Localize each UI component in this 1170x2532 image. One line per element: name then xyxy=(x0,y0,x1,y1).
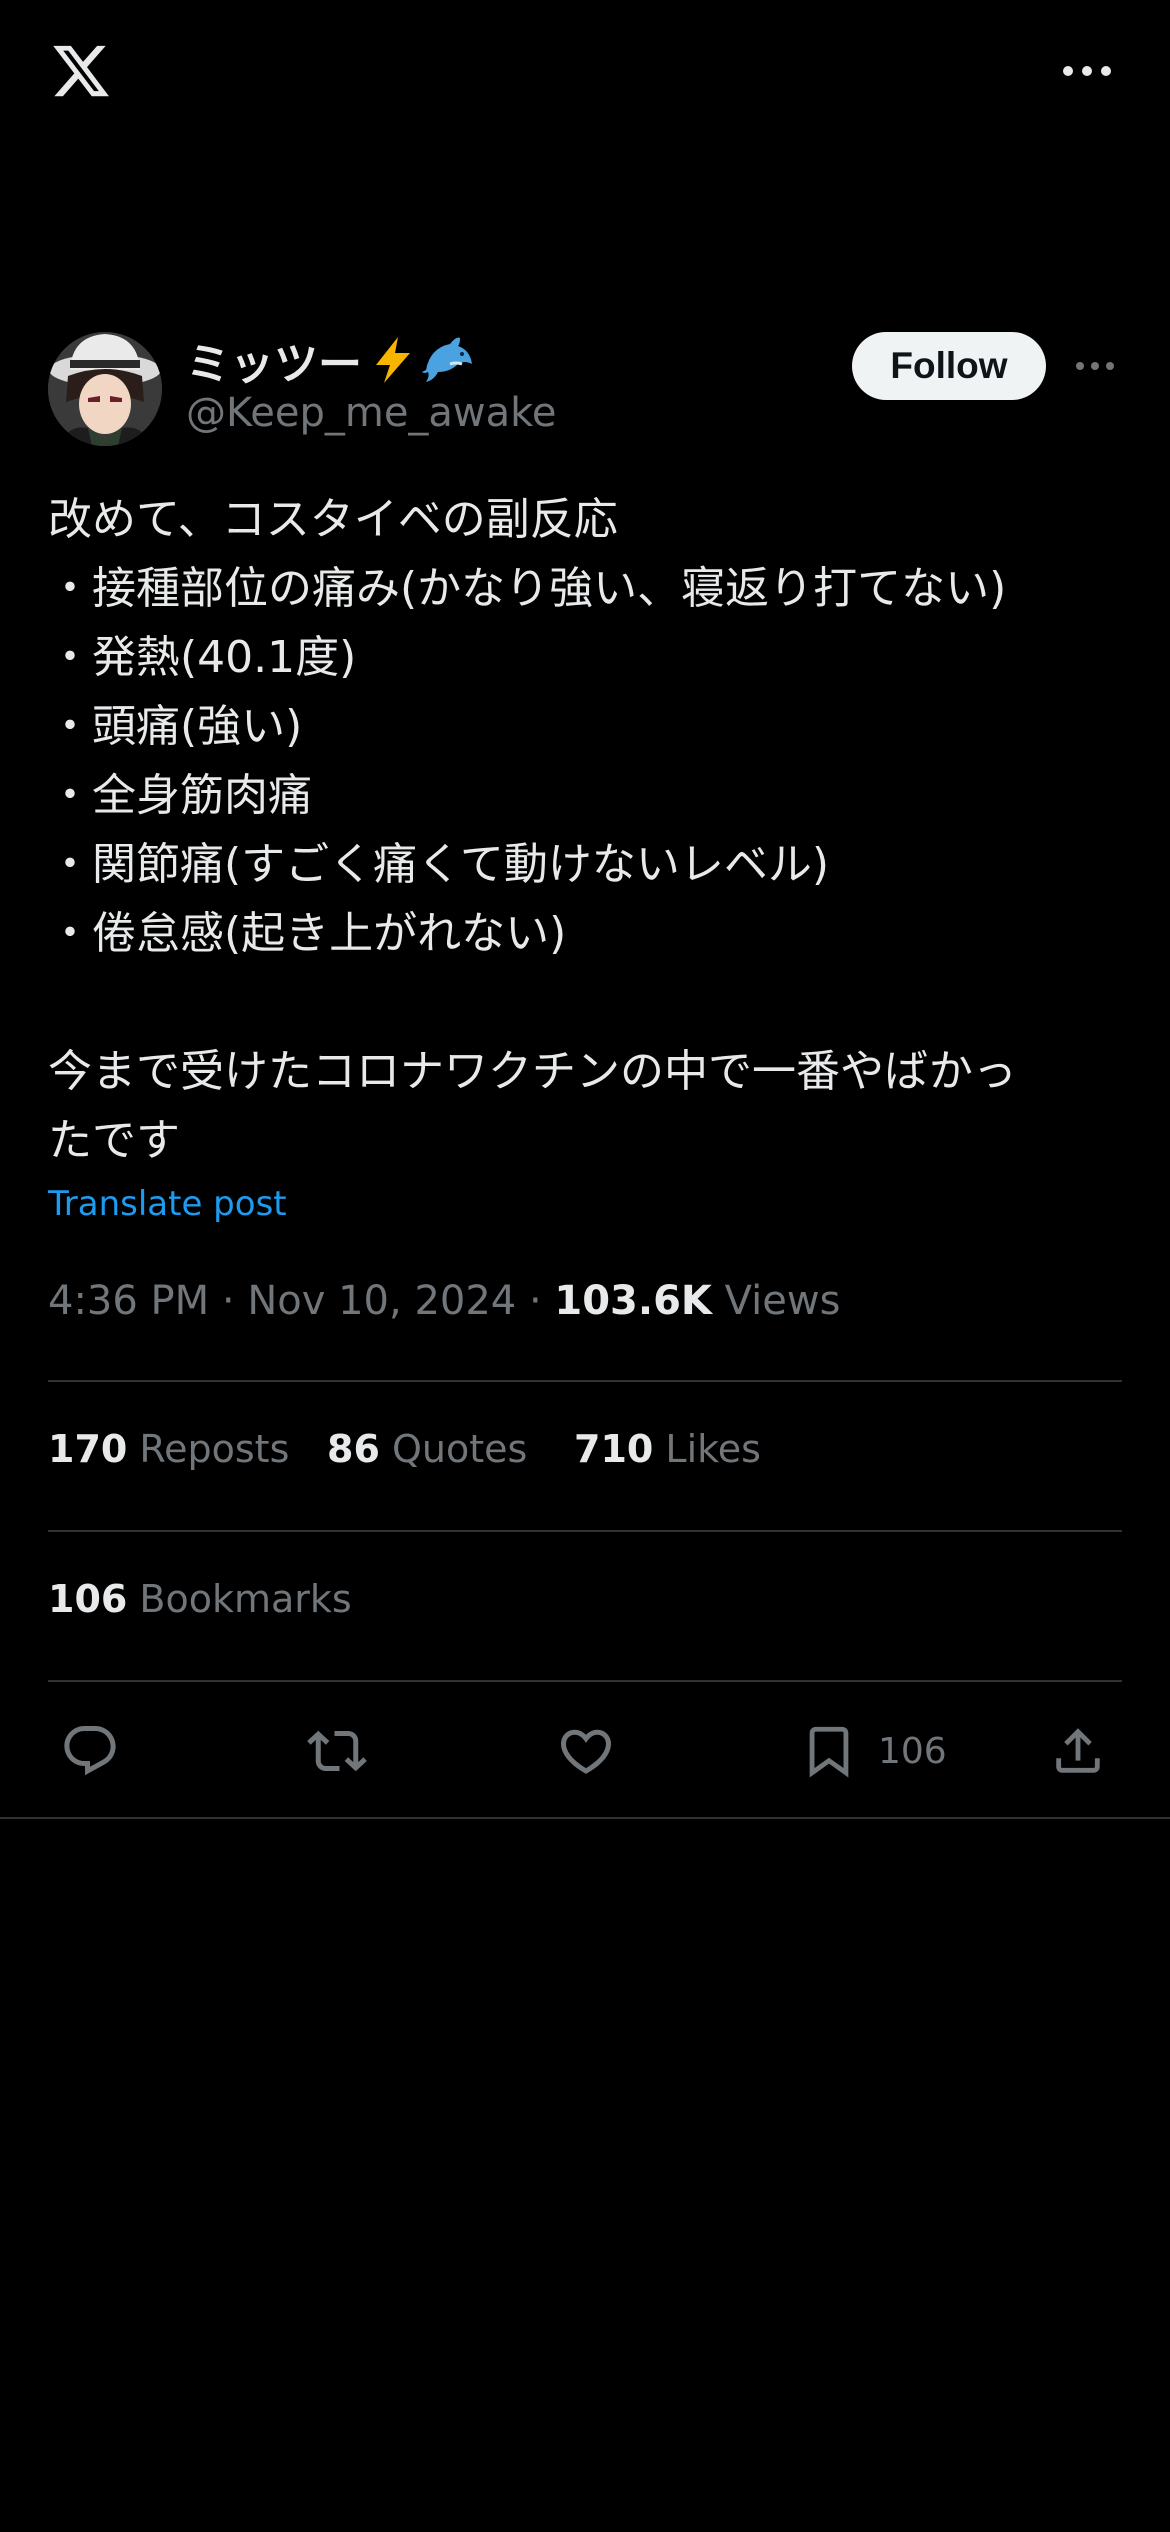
quotes-label: Quotes xyxy=(391,1427,528,1471)
reply-icon xyxy=(64,1726,116,1776)
translate-post-link[interactable]: Translate post xyxy=(48,1184,287,1224)
name-emojis xyxy=(370,334,476,386)
more-horizontal-icon[interactable] xyxy=(1060,56,1114,86)
like-button[interactable] xyxy=(556,1716,616,1786)
likes-label: Likes xyxy=(665,1427,761,1471)
share-icon xyxy=(1056,1728,1100,1773)
meta-separator: · xyxy=(221,1278,248,1324)
follow-button[interactable]: Follow xyxy=(852,332,1046,400)
avatar-image xyxy=(48,332,162,446)
tweet-author: ミッツー @Keep_me_awake Follow xyxy=(48,332,1122,447)
repost-icon xyxy=(307,1730,367,1772)
top-bar xyxy=(0,0,1170,150)
bookmark-icon xyxy=(809,1726,849,1778)
likes-stat[interactable]: 710 Likes xyxy=(574,1427,761,1471)
tweet-date[interactable]: Nov 10, 2024 xyxy=(247,1278,516,1324)
quotes-count: 86 xyxy=(327,1427,380,1471)
divider xyxy=(48,1530,1122,1532)
x-logo-icon[interactable] xyxy=(48,40,114,102)
handle[interactable]: @Keep_me_awake xyxy=(186,390,557,436)
repost-button[interactable] xyxy=(305,1716,369,1786)
more-horizontal-icon[interactable] xyxy=(1074,356,1116,376)
reposts-stat[interactable]: 170 Reposts xyxy=(48,1427,289,1471)
avatar[interactable] xyxy=(48,332,162,446)
display-name[interactable]: ミッツー xyxy=(186,332,476,390)
bookmark-count: 106 xyxy=(878,1730,947,1772)
bookmarks-count: 106 xyxy=(48,1577,128,1621)
reposts-count: 170 xyxy=(48,1427,128,1471)
reply-button[interactable] xyxy=(60,1716,120,1786)
bookmark-button[interactable]: 106 xyxy=(800,1716,947,1786)
action-bar: 106 xyxy=(0,1716,1170,1786)
meta-separator: · xyxy=(528,1278,555,1324)
divider xyxy=(0,1817,1170,1819)
divider xyxy=(48,1380,1122,1382)
views-label: Views xyxy=(724,1278,841,1324)
bookmarks-label: Bookmarks xyxy=(139,1577,352,1621)
tweet-time[interactable]: 4:36 PM xyxy=(48,1278,209,1324)
tweet-text: 改めて、コスタイベの副反応 ・接種部位の痛み(かなり強い、寝返り打てない) ・発… xyxy=(48,494,1017,1166)
high-voltage-emoji-icon xyxy=(376,337,410,383)
heart-icon xyxy=(560,1729,612,1774)
reposts-label: Reposts xyxy=(139,1427,290,1471)
divider xyxy=(48,1680,1122,1682)
bookmarks-stat[interactable]: 106 Bookmarks xyxy=(48,1577,352,1621)
quotes-stat[interactable]: 86 Quotes xyxy=(327,1427,527,1471)
likes-count: 710 xyxy=(574,1427,654,1471)
tweet-meta: 4:36 PM · Nov 10, 2024 · 103.6K Views xyxy=(48,1278,840,1324)
share-button[interactable] xyxy=(1049,1716,1107,1786)
display-name-text: ミッツー xyxy=(186,339,362,390)
dolphin-emoji-icon xyxy=(422,337,472,382)
views-count: 103.6K xyxy=(554,1278,712,1324)
